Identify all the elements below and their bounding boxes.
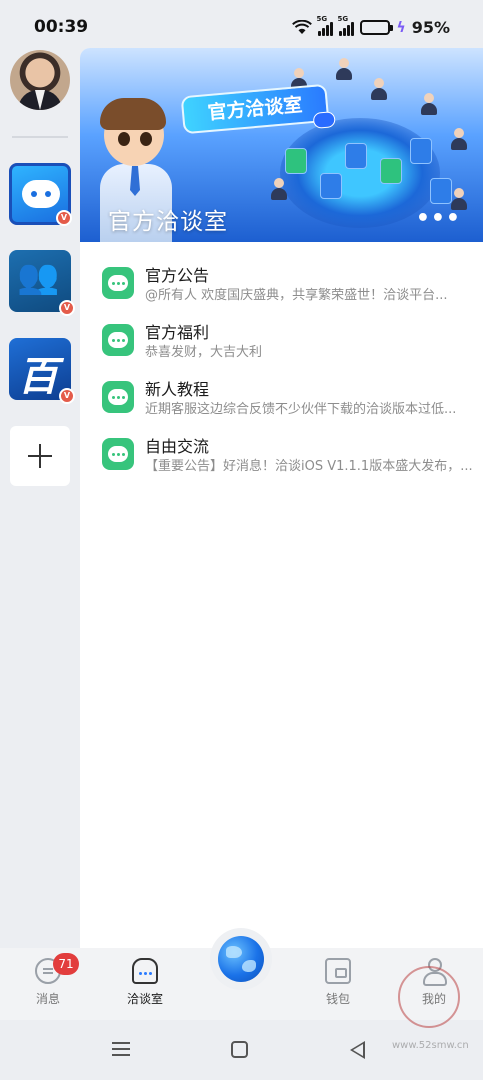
channel-preview: 近期客服这边综合反馈不少伙伴下载的洽谈版本过低...	[145, 402, 457, 417]
globe-icon	[218, 936, 264, 982]
channel-name: 新人教程	[145, 380, 210, 399]
recent-apps-button[interactable]	[112, 1042, 130, 1056]
bai-label: 百	[18, 354, 58, 400]
tab-label: 消息	[35, 992, 60, 1006]
home-button[interactable]	[231, 1041, 248, 1058]
people-icon: 👥	[17, 257, 60, 297]
back-button[interactable]	[350, 1041, 365, 1059]
left-rail: V 👥 V 百 V	[0, 48, 80, 948]
main-panel: 官方洽谈室 官方洽谈室 ••• 官方公告 @所有人 欢度国庆盛典，共享繁荣盛世！…	[80, 48, 483, 948]
channel-name: 官方福利	[145, 323, 210, 342]
tab-label: 我的	[421, 992, 446, 1006]
globe-button[interactable]	[210, 928, 272, 990]
wifi-icon	[292, 19, 313, 36]
battery-percent: 95%	[411, 18, 450, 37]
unread-badge: 71	[53, 953, 79, 975]
chat-bubble-icon	[102, 324, 134, 356]
tab-me[interactable]: 我的	[394, 958, 474, 1007]
signal-icon: 5G	[316, 15, 334, 36]
channel-name: 自由交流	[145, 437, 210, 456]
channel-list: 官方公告 @所有人 欢度国庆盛典，共享繁荣盛世！洽谈平台... 官方福利 恭喜发…	[80, 242, 483, 492]
room-banner[interactable]: 官方洽谈室 官方洽谈室 •••	[80, 48, 483, 242]
charging-icon: ϟ	[396, 19, 406, 36]
channel-item[interactable]: 官方福利 恭喜发财，大吉大利	[80, 321, 483, 378]
rail-divider	[12, 136, 68, 138]
verified-badge: V	[56, 210, 72, 226]
channel-preview: 恭喜发财，大吉大利	[145, 345, 263, 360]
more-options-button[interactable]: •••	[416, 206, 461, 231]
battery-icon	[360, 20, 394, 35]
verified-badge: V	[59, 300, 75, 316]
chat-bubble-icon	[102, 267, 134, 299]
room-icon	[132, 958, 158, 984]
channel-name: 官方公告	[145, 266, 210, 285]
chat-bubble-icon	[102, 381, 134, 413]
signal-icon-2: 5G	[337, 15, 355, 36]
bottom-nav: 消息 71 洽谈室 钱包 我的	[0, 928, 483, 1020]
bai-app-icon[interactable]: 百 V	[9, 338, 75, 404]
channel-item[interactable]: 自由交流 【重要公告】好消息！洽谈iOS V1.1.1版本盛大发布，...	[80, 435, 483, 492]
tab-label: 洽谈室	[126, 992, 163, 1006]
channel-item[interactable]: 官方公告 @所有人 欢度国庆盛典，共享繁荣盛世！洽谈平台...	[80, 264, 483, 321]
profile-icon	[421, 958, 447, 986]
avatar[interactable]	[10, 50, 70, 110]
verified-badge: V	[59, 388, 75, 404]
wallet-icon	[325, 958, 351, 984]
group-app-icon[interactable]: 👥 V	[9, 250, 75, 316]
tab-label: 钱包	[325, 992, 350, 1006]
tab-wallet[interactable]: 钱包	[298, 958, 378, 1007]
tab-room[interactable]: 洽谈室	[105, 958, 185, 1007]
channel-preview: 【重要公告】好消息！洽谈iOS V1.1.1版本盛大发布，...	[145, 459, 473, 474]
channel-item[interactable]: 新人教程 近期客服这边综合反馈不少伙伴下载的洽谈版本过低...	[80, 378, 483, 435]
status-icons: 5G 5G ϟ 95%	[292, 15, 450, 37]
channel-preview: @所有人 欢度国庆盛典，共享繁荣盛世！洽谈平台...	[145, 288, 448, 303]
add-app-button[interactable]	[10, 426, 70, 486]
system-nav-bar	[0, 1020, 483, 1080]
banner-sign: 官方洽谈室	[180, 83, 336, 135]
status-time: 00:39	[34, 17, 89, 37]
chat-bubble-icon	[102, 438, 134, 470]
chat-app-icon[interactable]: V	[9, 163, 72, 226]
banner-title: 官方洽谈室	[108, 209, 228, 235]
